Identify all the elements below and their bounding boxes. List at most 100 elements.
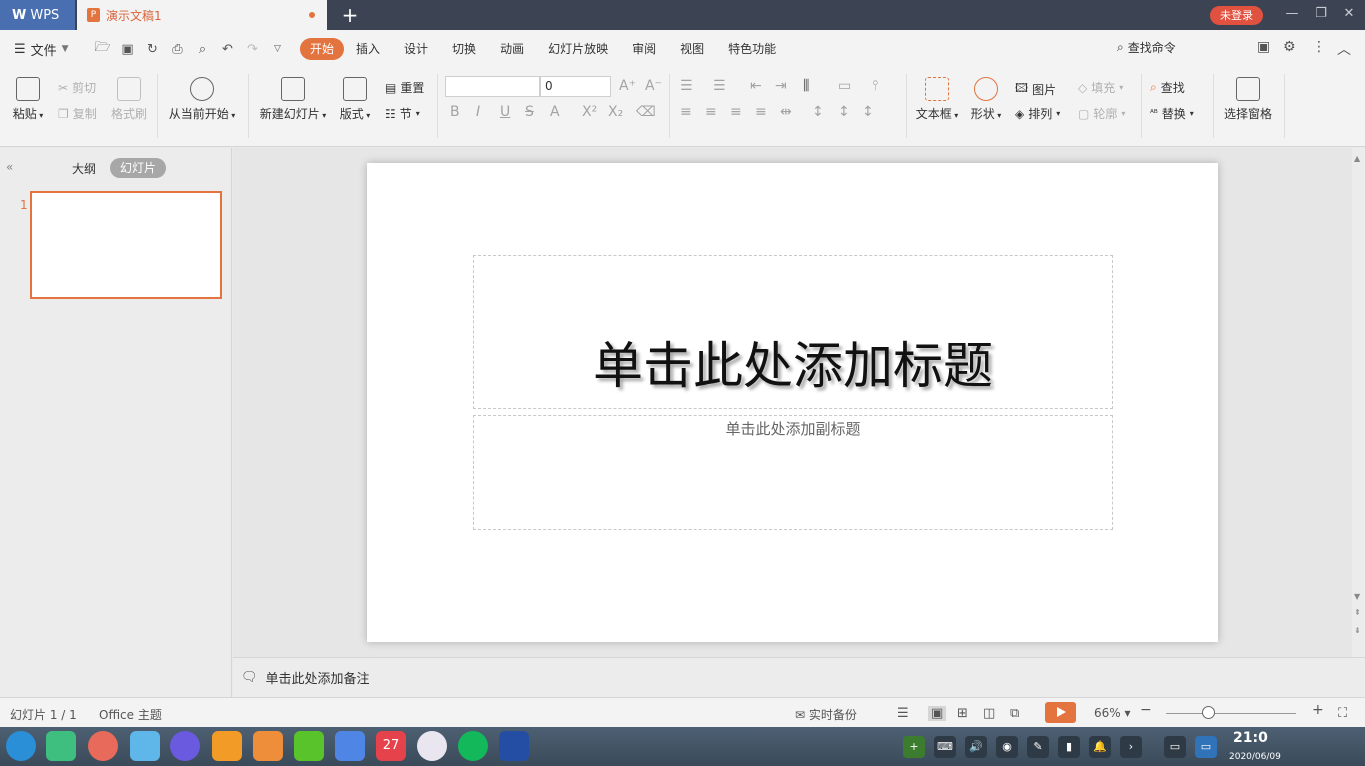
superscript-icon[interactable]: X² (582, 104, 597, 120)
cut-button[interactable]: ✂ 剪切 (58, 79, 96, 96)
email-client-icon[interactable] (458, 731, 488, 761)
title-placeholder[interactable]: 单击此处添加标题 (473, 255, 1113, 409)
calendar-icon[interactable]: 27 (376, 731, 406, 761)
tray-expand-icon[interactable]: › (1120, 736, 1142, 758)
browser-icon[interactable] (170, 731, 200, 761)
document-tab[interactable]: P 演示文稿1 (77, 0, 327, 30)
wps-app-icon[interactable] (499, 731, 529, 761)
tab-outline[interactable]: 大纲 (72, 160, 96, 177)
italic-icon[interactable]: I (476, 104, 480, 120)
reset-button[interactable]: ▤ 重置 (385, 79, 424, 96)
login-button[interactable]: 未登录 (1210, 6, 1263, 25)
new-slide-button[interactable]: 新建幻灯片 ▾ (256, 77, 330, 122)
subscript-icon[interactable]: X₂ (608, 104, 623, 120)
next-slide-icon[interactable]: ⇟ (1354, 626, 1361, 635)
fill-button[interactable]: ◇ 填充 ▾ (1078, 79, 1123, 96)
subtitle-placeholder[interactable]: 单击此处添加副标题 (473, 415, 1113, 530)
tab-slideshow[interactable]: 幻灯片放映 (536, 38, 620, 60)
settings-icon[interactable] (417, 731, 447, 761)
battery-icon[interactable]: ▮ (1058, 736, 1080, 758)
tab-insert[interactable]: 插入 (344, 38, 392, 60)
font-size-select[interactable]: 0 (540, 76, 611, 97)
more-icon[interactable]: ⋮ (1312, 39, 1326, 55)
tab-animations[interactable]: 动画 (488, 38, 536, 60)
scroll-up-icon[interactable]: ▲ (1354, 154, 1360, 163)
onscreen-keyboard-icon[interactable]: ▭ (1164, 736, 1186, 758)
format-painter-button[interactable]: 格式刷 (108, 77, 150, 122)
slide[interactable]: 单击此处添加标题 单击此处添加副标题 (367, 163, 1218, 642)
font-family-select[interactable] (445, 76, 540, 97)
tab-home[interactable]: 开始 (300, 38, 345, 60)
paste-button[interactable]: 粘贴 ▾ (10, 77, 46, 122)
print-icon[interactable]: ⎙ (169, 41, 186, 58)
account-icon[interactable]: ▣ (1257, 39, 1270, 55)
slide-thumbnail[interactable] (30, 191, 222, 299)
replace-button[interactable]: ᴬᴮ 替换 ▾ (1150, 105, 1194, 122)
justify-icon[interactable]: ≡ (755, 104, 767, 120)
search-command[interactable]: ⌕ 查找命令 (1117, 39, 1176, 56)
play-from-current-button[interactable]: 从当前开始 ▾ (164, 77, 240, 122)
bullets-icon[interactable]: ☰ (680, 78, 693, 94)
arrange-button[interactable]: ◈ 排列 ▾ (1015, 105, 1060, 122)
slide-sorter-icon[interactable]: ⊞ (957, 706, 968, 721)
play-slideshow-button[interactable] (1045, 702, 1076, 723)
open-folder-icon[interactable]: 🗁 (94, 40, 111, 58)
numbering-icon[interactable]: ☰ (713, 78, 726, 94)
decrease-font-icon[interactable]: A⁻ (645, 78, 662, 94)
distribute-icon[interactable]: ⇹ (780, 104, 792, 120)
theme-name[interactable]: Office 主题 (99, 706, 162, 723)
network-icon[interactable]: ◉ (996, 736, 1018, 758)
zoom-out-icon[interactable]: − (1140, 702, 1152, 718)
strikethrough-icon[interactable]: S (525, 104, 534, 120)
file-manager-icon[interactable] (130, 731, 160, 761)
copy-button[interactable]: ❐ 复制 (58, 105, 97, 122)
notification-icon[interactable]: 🔔 (1089, 736, 1111, 758)
zoom-level[interactable]: 66% ▾ (1094, 706, 1131, 720)
new-tab-plus-icon[interactable]: + (340, 4, 360, 26)
align-left-icon[interactable]: ≡ (680, 104, 692, 120)
previous-slide-icon[interactable]: ⇞ (1354, 608, 1361, 617)
align-center-icon[interactable]: ≡ (705, 104, 717, 120)
tab-special-features[interactable]: 特色功能 (716, 38, 788, 60)
find-button[interactable]: ⌕ 查找 (1150, 79, 1185, 96)
decrease-indent-icon[interactable]: ⇤ (750, 78, 762, 94)
underline-icon[interactable]: U (500, 104, 510, 120)
presenter-icon[interactable]: ⧉ (1010, 706, 1019, 721)
app-store-icon[interactable] (212, 731, 242, 761)
screen-recorder-icon[interactable] (88, 731, 118, 761)
save-icon[interactable]: ▣ (119, 41, 136, 58)
minimize-icon[interactable]: — (1282, 6, 1302, 21)
collapse-panel-icon[interactable]: « (6, 160, 13, 174)
redo-icon[interactable]: ↷ (244, 41, 261, 58)
picture-button[interactable]: 🖾 图片 (1015, 79, 1056, 100)
zoom-in-icon[interactable]: + (1312, 702, 1324, 718)
textbox-button[interactable]: 文本框 ▾ (913, 77, 961, 122)
tab-slides[interactable]: 幻灯片 (110, 158, 166, 178)
shape-button[interactable]: 形状 ▾ (968, 77, 1004, 122)
launcher-icon[interactable] (6, 731, 36, 761)
backup-button[interactable]: ✉ 实时备份 (795, 706, 857, 723)
section-button[interactable]: ☷ 节 ▾ (385, 105, 420, 122)
keyboard-icon[interactable]: ⌨ (934, 736, 956, 758)
print-preview-icon[interactable]: ⌕ (194, 41, 211, 58)
text-direction-icon[interactable]: ⫼ (803, 78, 809, 94)
gear-icon[interactable]: ⚙ (1283, 39, 1296, 55)
tab-design[interactable]: 设计 (392, 38, 440, 60)
reading-view-icon[interactable]: ◫ (983, 706, 995, 721)
font-color-icon[interactable]: A (550, 104, 560, 120)
collapse-ribbon-icon[interactable]: ︿ (1337, 39, 1351, 59)
increase-indent-icon[interactable]: ⇥ (775, 78, 787, 94)
display-icon[interactable]: ▭ (1195, 736, 1217, 758)
notes-pane[interactable]: 🗨 单击此处添加备注 (233, 657, 1365, 697)
music-player-icon[interactable] (294, 731, 324, 761)
file-menu[interactable]: ☰ 文件 ▼ (0, 40, 88, 59)
bold-icon[interactable]: B (450, 104, 460, 120)
terminal-icon[interactable] (46, 731, 76, 761)
restore-icon[interactable]: ❐ (1311, 6, 1331, 21)
zoom-slider[interactable] (1166, 713, 1296, 714)
smartart-icon[interactable]: ⫯ (872, 78, 878, 94)
input-method-icon[interactable]: + (903, 736, 925, 758)
contacts-icon[interactable] (335, 731, 365, 761)
outline-button[interactable]: ▢ 轮廓 ▾ (1078, 105, 1125, 122)
align-right-icon[interactable]: ≡ (730, 104, 742, 120)
